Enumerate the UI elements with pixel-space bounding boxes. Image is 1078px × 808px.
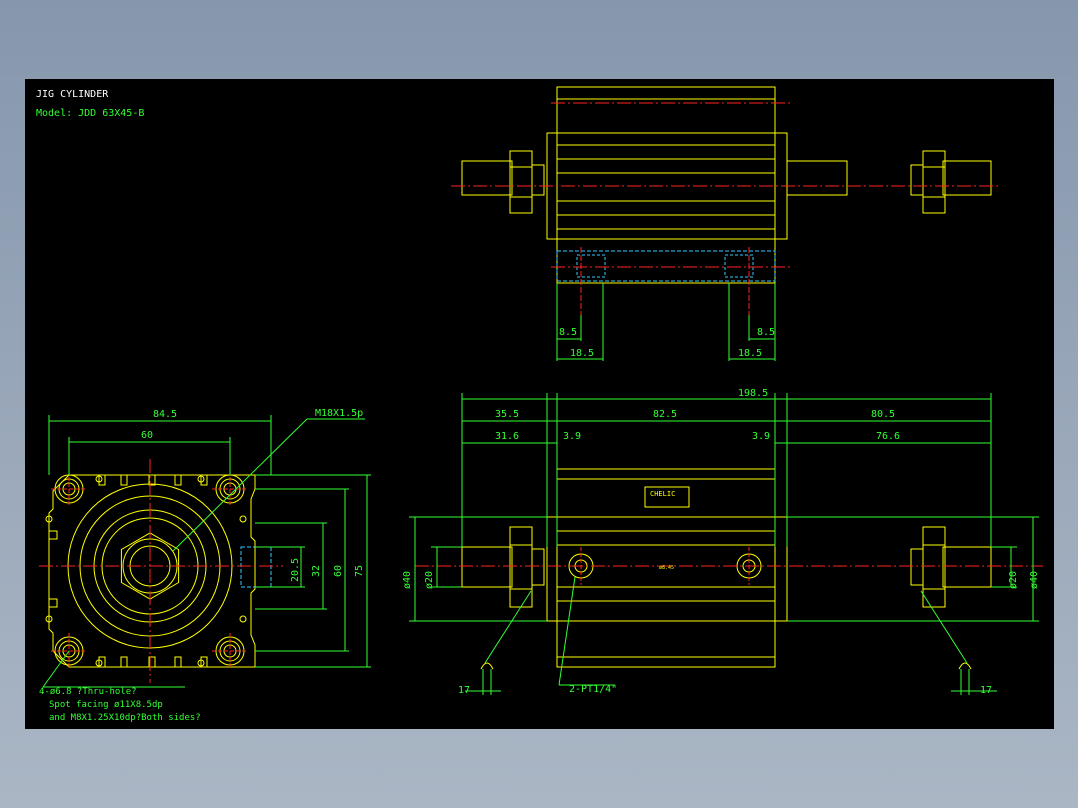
dim-side-17-left: 17 [458,685,470,696]
dim-side-82-5: 82.5 [653,409,677,420]
thread-callout: M18X1.5p [315,408,363,419]
top-rod-left [461,160,513,196]
top-nut-left [509,150,533,214]
side-section-marker-right [958,662,972,670]
dim-side-3-9-left: 3.9 [563,431,581,442]
dim-side-dia40-right: ø40 [1029,571,1040,589]
drawing-title: JIG CYLINDER [36,89,109,100]
front-tap-hole [239,615,247,623]
dim-side-dia20-left: ø20 [424,571,435,589]
side-nut-left-washer [531,548,545,586]
note-spot-facing: Spot facing ø11X8.5dp [49,700,163,710]
dim-front-84-5: 84.5 [153,409,177,420]
front-slot-bottom [174,656,182,667]
front-slot-left [49,598,58,608]
dim-side-3-9-right: 3.9 [752,431,770,442]
dim-side-76-6: 76.6 [876,431,900,442]
top-nut-right [922,150,946,214]
top-body [556,86,776,284]
dim-side-35-5: 35.5 [495,409,519,420]
model-label: Model: JDD 63X45-B [36,108,144,119]
dim-side-31-6: 31.6 [495,431,519,442]
port-leader [558,576,576,686]
dim-side-198-5: 198.5 [738,388,768,399]
front-slot-top [120,475,128,486]
front-slot-left [49,530,58,540]
top-nut-right-washer [910,164,924,196]
dim-side-80-5: 80.5 [871,409,895,420]
thread-leader [172,418,308,552]
dim-top-18-5-left: 18.5 [570,348,594,359]
side-leader-right [920,590,968,664]
dim-front-75: 75 [354,565,365,577]
side-rod-left [461,546,513,588]
cad-window: JIG CYLINDER Model: JDD 63X45-B 84.5 60 … [0,0,1078,808]
top-rod-right [942,160,992,196]
note-tapped-hole: and M8X1.25X10dp?Both sides? [49,713,201,723]
front-tap-hole [239,515,247,523]
cad-drawing: JIG CYLINDER Model: JDD 63X45-B 84.5 60 … [36,86,1043,723]
dim-top-8-5-right: 8.5 [757,327,775,338]
dim-side-17-right: 17 [980,685,992,696]
front-slot-bottom [120,656,128,667]
dim-side-dia20-right: ø20 [1008,571,1019,589]
dim-front-60-v: 60 [333,565,344,577]
port-callout: 2-PT1/4" [569,684,617,695]
brand-label: CHELIC [650,490,675,498]
side-nut-right [922,526,946,608]
dim-front-32: 32 [311,565,322,577]
side-section-marker-left [480,662,494,670]
top-view [451,86,1001,361]
dim-front-20-5: 20.5 [290,558,301,582]
top-nut-left-washer [531,164,545,196]
front-slot-top [174,475,182,486]
center-mark: ø8.45 [659,565,674,571]
front-port-hidden [240,546,272,588]
side-rod-right [942,546,992,588]
dim-top-18-5-right: 18.5 [738,348,762,359]
note-thru-hole: 4-ø6.8 ?Thru-hole? [39,687,137,697]
front-view [39,415,371,688]
side-nut-right-washer [910,548,924,586]
dim-front-60: 60 [141,430,153,441]
top-rod-right-shaft [786,160,848,196]
drawing-canvas[interactable]: JIG CYLINDER Model: JDD 63X45-B 84.5 60 … [25,79,1054,729]
side-leader-left [484,590,532,664]
dim-side-dia40-left: ø40 [402,571,413,589]
dim-top-8-5-left: 8.5 [559,327,577,338]
